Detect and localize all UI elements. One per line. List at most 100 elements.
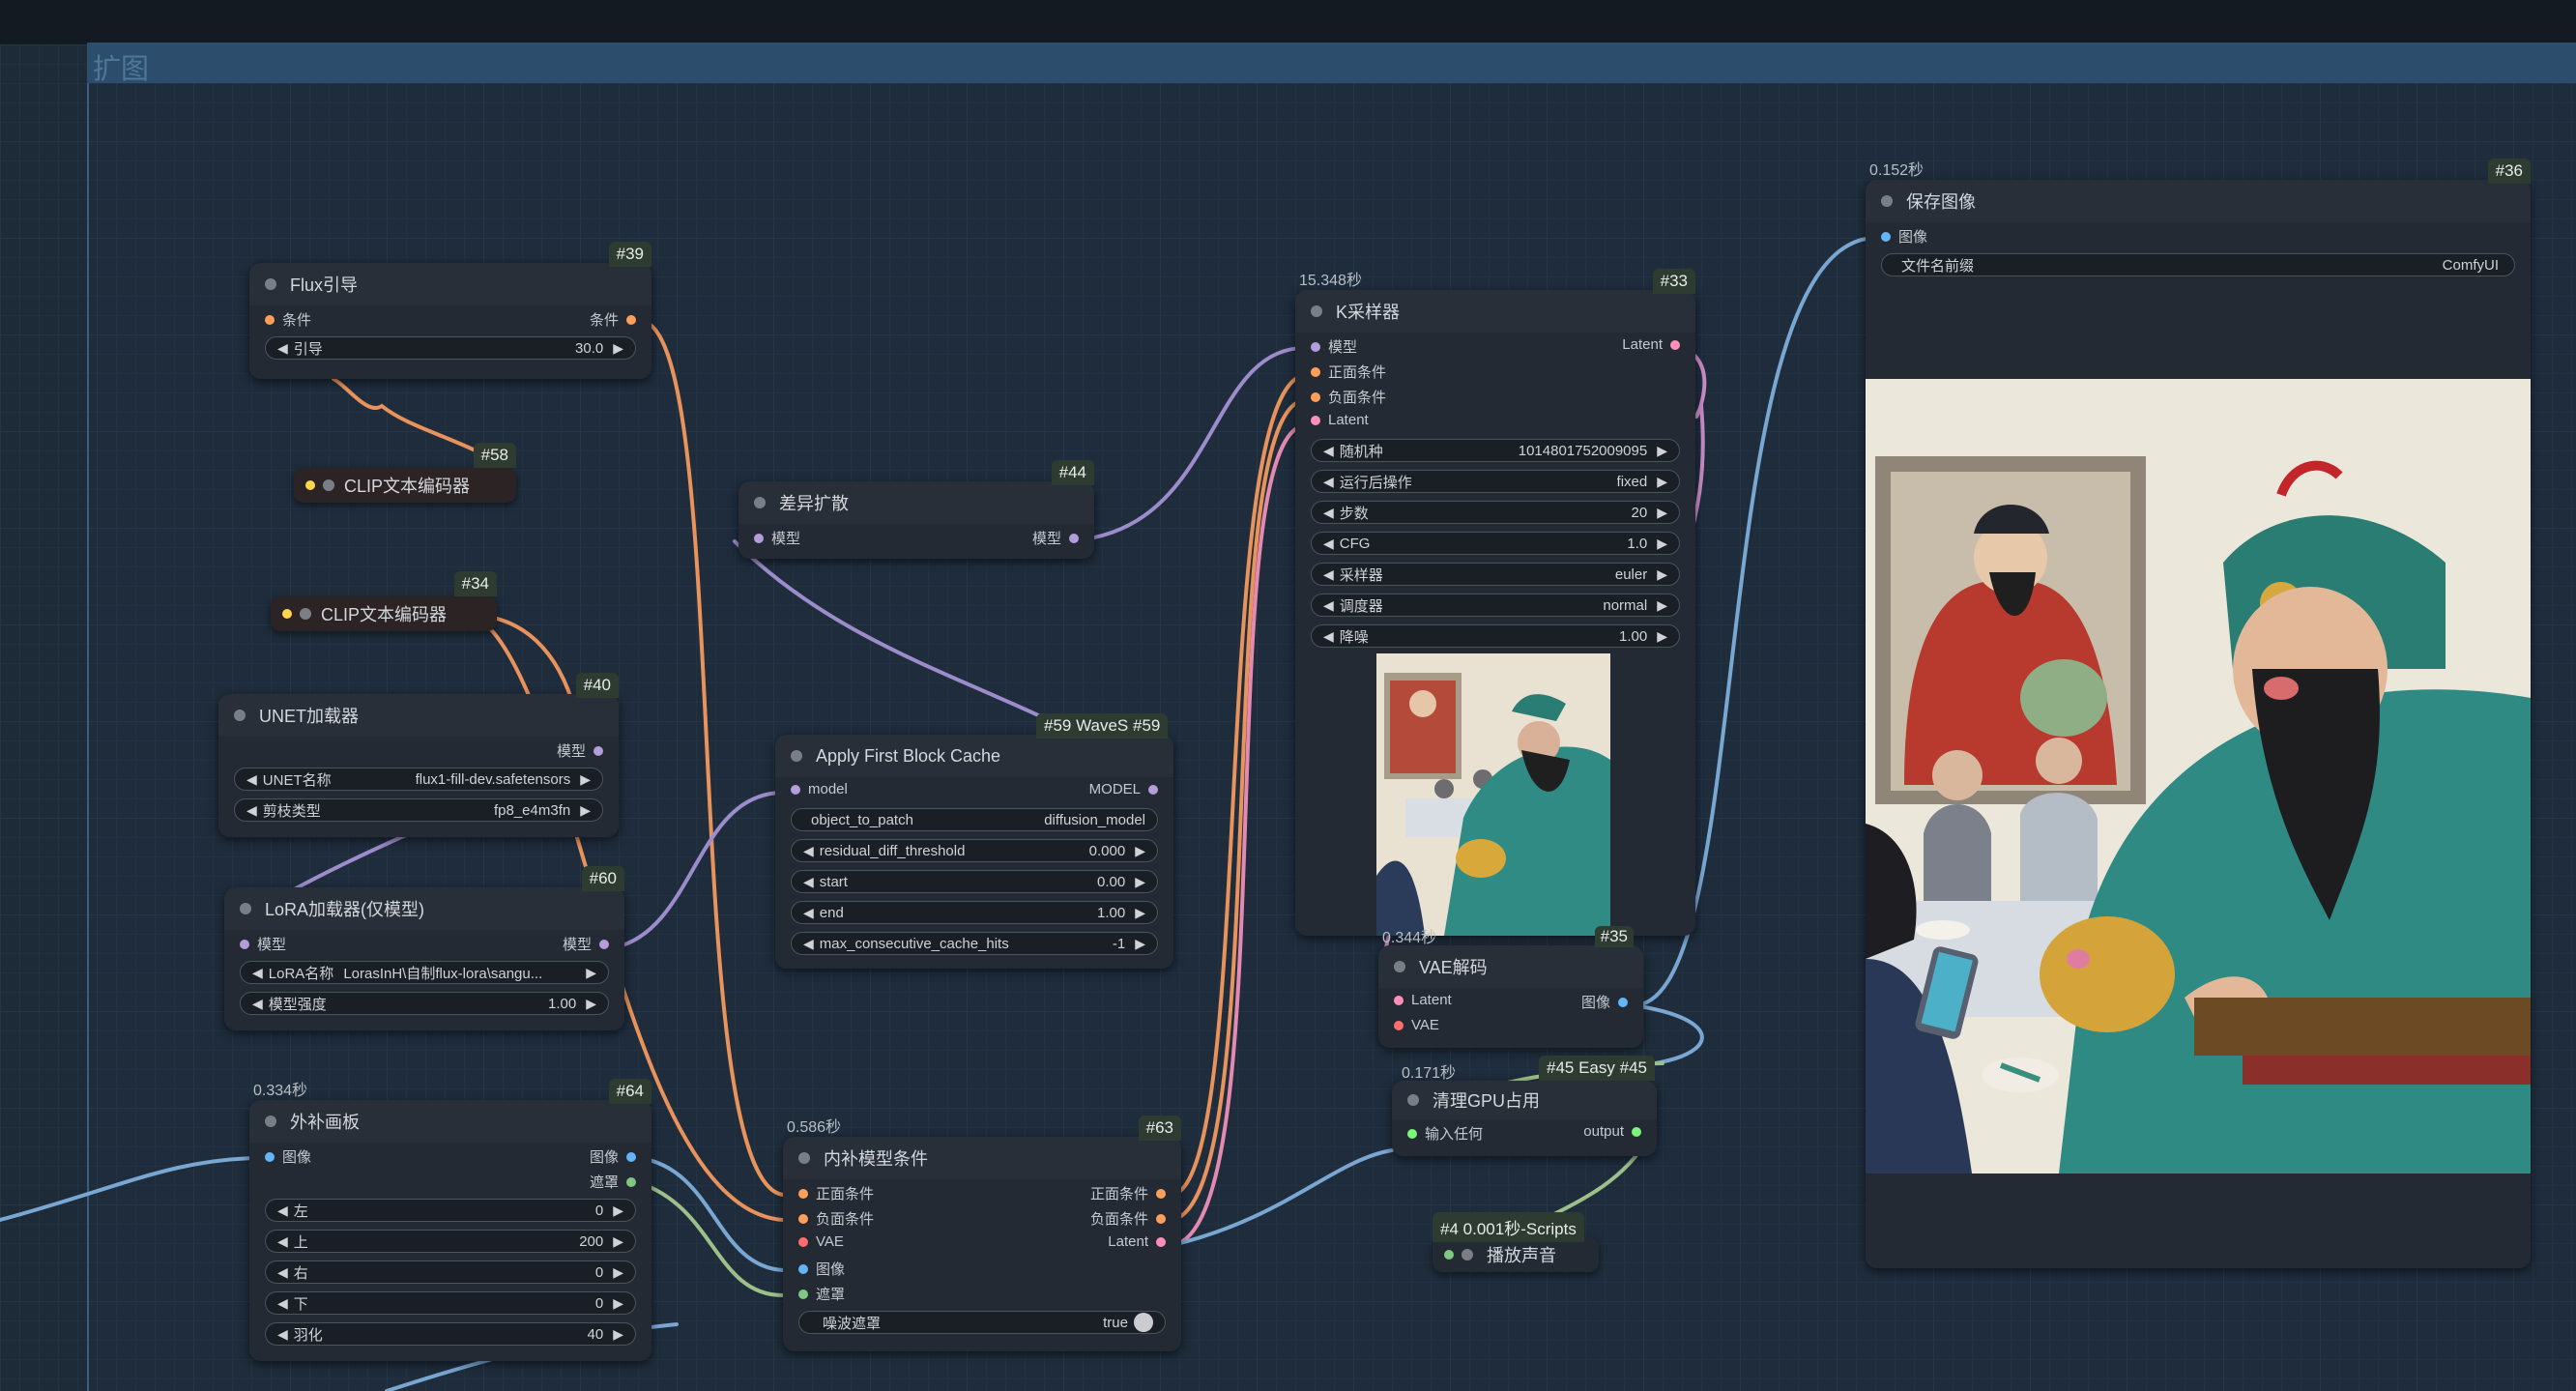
end-widget[interactable]: ◀ end 1.00 ▶ [791, 901, 1158, 924]
collapse-dot[interactable] [791, 750, 802, 762]
clip-socket[interactable] [282, 609, 292, 619]
model-output-socket[interactable] [599, 939, 609, 949]
increment-arrow-icon[interactable]: ▶ [586, 965, 596, 981]
model-input-socket[interactable] [1311, 341, 1320, 352]
scheduler-widget[interactable]: ◀ 调度器 normal ▶ [1311, 594, 1680, 617]
clip-text-encoder-node-58[interactable]: #58 CLIP文本编码器 [294, 443, 516, 503]
control-after-generate-widget[interactable]: ◀ 运行后操作 fixed ▶ [1311, 470, 1680, 493]
increment-arrow-icon[interactable]: ▶ [1135, 843, 1145, 859]
increment-arrow-icon[interactable]: ▶ [1135, 936, 1145, 952]
collapse-dot[interactable] [300, 608, 311, 620]
collapse-dot[interactable] [265, 1116, 276, 1127]
play-sound-node[interactable]: #4 0.001秒-Scripts 播放声音 [1433, 1212, 1599, 1272]
increment-arrow-icon[interactable]: ▶ [580, 771, 591, 788]
decrement-arrow-icon[interactable]: ◀ [1323, 443, 1334, 459]
mask-output-socket[interactable] [626, 1176, 636, 1187]
pad-right-widget[interactable]: ◀ 右 0 ▶ [265, 1261, 636, 1284]
residual-diff-threshold-widget[interactable]: ◀ residual_diff_threshold 0.000 ▶ [791, 839, 1158, 862]
steps-widget[interactable]: ◀ 步数 20 ▶ [1311, 501, 1680, 524]
increment-arrow-icon[interactable]: ▶ [1657, 536, 1667, 552]
increment-arrow-icon[interactable]: ▶ [1135, 905, 1145, 921]
decrement-arrow-icon[interactable]: ◀ [277, 1233, 288, 1250]
clip-socket[interactable] [305, 480, 315, 490]
toggle-knob[interactable] [1134, 1313, 1153, 1332]
decrement-arrow-icon[interactable]: ◀ [1323, 474, 1334, 490]
decrement-arrow-icon[interactable]: ◀ [277, 1295, 288, 1312]
decrement-arrow-icon[interactable]: ◀ [1323, 597, 1334, 614]
collapse-dot[interactable] [240, 903, 251, 914]
decrement-arrow-icon[interactable]: ◀ [277, 1264, 288, 1281]
condition-input-socket[interactable] [265, 314, 275, 325]
positive-input-socket[interactable] [798, 1188, 808, 1199]
increment-arrow-icon[interactable]: ▶ [1135, 874, 1145, 890]
increment-arrow-icon[interactable]: ▶ [613, 1326, 623, 1343]
latent-input-socket[interactable] [1311, 415, 1320, 425]
collapse-dot[interactable] [1462, 1249, 1473, 1261]
first-block-cache-node[interactable]: #59 WaveS #59 Apply First Block Cache mo… [775, 713, 1173, 969]
group-header[interactable] [87, 43, 2576, 83]
increment-arrow-icon[interactable]: ▶ [1657, 628, 1667, 645]
decrement-arrow-icon[interactable]: ◀ [803, 874, 814, 890]
collapse-dot[interactable] [1881, 195, 1893, 207]
max-cache-hits-widget[interactable]: ◀ max_consecutive_cache_hits -1 ▶ [791, 932, 1158, 955]
cfg-widget[interactable]: ◀ CFG 1.0 ▶ [1311, 532, 1680, 555]
collapse-dot[interactable] [1407, 1094, 1419, 1106]
any-output-socket[interactable] [1632, 1126, 1641, 1137]
image-input-socket[interactable] [1881, 231, 1891, 242]
increment-arrow-icon[interactable]: ▶ [613, 1295, 623, 1312]
lora-name-widget[interactable]: ◀ LoRA名称 LorasInH\自制flux-lora\sangu... ▶ [240, 961, 609, 984]
any-input-socket[interactable] [1407, 1128, 1417, 1139]
image-input-socket[interactable] [798, 1263, 808, 1274]
positive-output-socket[interactable] [1156, 1188, 1166, 1199]
start-widget[interactable]: ◀ start 0.00 ▶ [791, 870, 1158, 893]
group-title[interactable]: 扩图 [93, 46, 149, 87]
decrement-arrow-icon[interactable]: ◀ [803, 905, 814, 921]
object-to-patch-widget[interactable]: object_to_patch diffusion_model [791, 808, 1158, 831]
increment-arrow-icon[interactable]: ▶ [1657, 505, 1667, 521]
save-image-node[interactable]: 0.152秒 #36 保存图像 图像 文件名前缀 ComfyUI [1866, 159, 2531, 1268]
condition-output-socket[interactable] [626, 314, 636, 325]
lora-loader-node[interactable]: #60 LoRA加载器(仅模型) 模型 模型 ◀ LoRA名称 LorasInH\自… [224, 866, 624, 1030]
denoise-widget[interactable]: ◀ 降噪 1.00 ▶ [1311, 624, 1680, 648]
collapse-dot[interactable] [1394, 961, 1405, 972]
sampler-widget[interactable]: ◀ 采样器 euler ▶ [1311, 563, 1680, 586]
decrement-arrow-icon[interactable]: ◀ [277, 340, 288, 357]
image-output-socket[interactable] [1618, 997, 1628, 1007]
decrement-arrow-icon[interactable]: ◀ [1323, 566, 1334, 583]
negative-input-socket[interactable] [1311, 391, 1320, 402]
increment-arrow-icon[interactable]: ▶ [580, 802, 591, 819]
ksampler-node[interactable]: 15.348秒 #33 K采样器 模型 Latent 正面条件 负面条件 Lat… [1295, 269, 1695, 936]
seed-widget[interactable]: ◀ 随机种 1014801752009095 ▶ [1311, 439, 1680, 462]
collapse-dot[interactable] [234, 710, 246, 721]
decrement-arrow-icon[interactable]: ◀ [803, 843, 814, 859]
image-output-socket[interactable] [626, 1151, 636, 1162]
decrement-arrow-icon[interactable]: ◀ [252, 965, 263, 981]
collapse-dot[interactable] [754, 497, 766, 508]
collapse-dot[interactable] [265, 278, 276, 290]
model-input-socket[interactable] [791, 784, 800, 795]
decrement-arrow-icon[interactable]: ◀ [1323, 536, 1334, 552]
image-input-socket[interactable] [265, 1151, 275, 1162]
weight-dtype-widget[interactable]: ◀ 剪枝类型 fp8_e4m3fn ▶ [234, 798, 603, 822]
unet-loader-node[interactable]: #40 UNET加载器 模型 ◀ UNET名称 flux1-fill-dev.saf… [218, 673, 619, 837]
negative-input-socket[interactable] [798, 1213, 808, 1224]
collapse-dot[interactable] [798, 1152, 810, 1164]
pad-image-node[interactable]: 0.334秒 #64 外补画板 图像 图像 遮罩 ◀ 左 0 ▶ ◀ 上 200 ▶ ◀ 右 0… [249, 1079, 651, 1361]
model-output-socket[interactable] [593, 745, 603, 756]
flux-guidance-node[interactable]: #39 Flux引导 条件 条件 ◀ 引导 30.0 ▶ [249, 242, 651, 379]
pad-top-widget[interactable]: ◀ 上 200 ▶ [265, 1230, 636, 1253]
decrement-arrow-icon[interactable]: ◀ [277, 1203, 288, 1219]
positive-input-socket[interactable] [1311, 366, 1320, 377]
decrement-arrow-icon[interactable]: ◀ [1323, 505, 1334, 521]
model-output-socket[interactable] [1148, 784, 1158, 795]
pad-feather-widget[interactable]: ◀ 羽化 40 ▶ [265, 1322, 636, 1346]
inpaint-conditioning-node[interactable]: 0.586秒 #63 内补模型条件 正面条件 正面条件 负面条件 负面条件 VA… [783, 1116, 1181, 1351]
latent-input-socket[interactable] [1394, 995, 1404, 1005]
decrement-arrow-icon[interactable]: ◀ [252, 996, 263, 1012]
clip-text-encoder-node-34[interactable]: #34 CLIP文本编码器 [271, 571, 497, 631]
output-image[interactable] [1866, 379, 2531, 1174]
pad-left-widget[interactable]: ◀ 左 0 ▶ [265, 1199, 636, 1222]
unet-name-widget[interactable]: ◀ UNET名称 flux1-fill-dev.safetensors ▶ [234, 768, 603, 791]
differential-diffusion-node[interactable]: #44 差异扩散 模型 模型 [738, 460, 1094, 559]
guidance-widget[interactable]: ◀ 引导 30.0 ▶ [265, 336, 636, 360]
